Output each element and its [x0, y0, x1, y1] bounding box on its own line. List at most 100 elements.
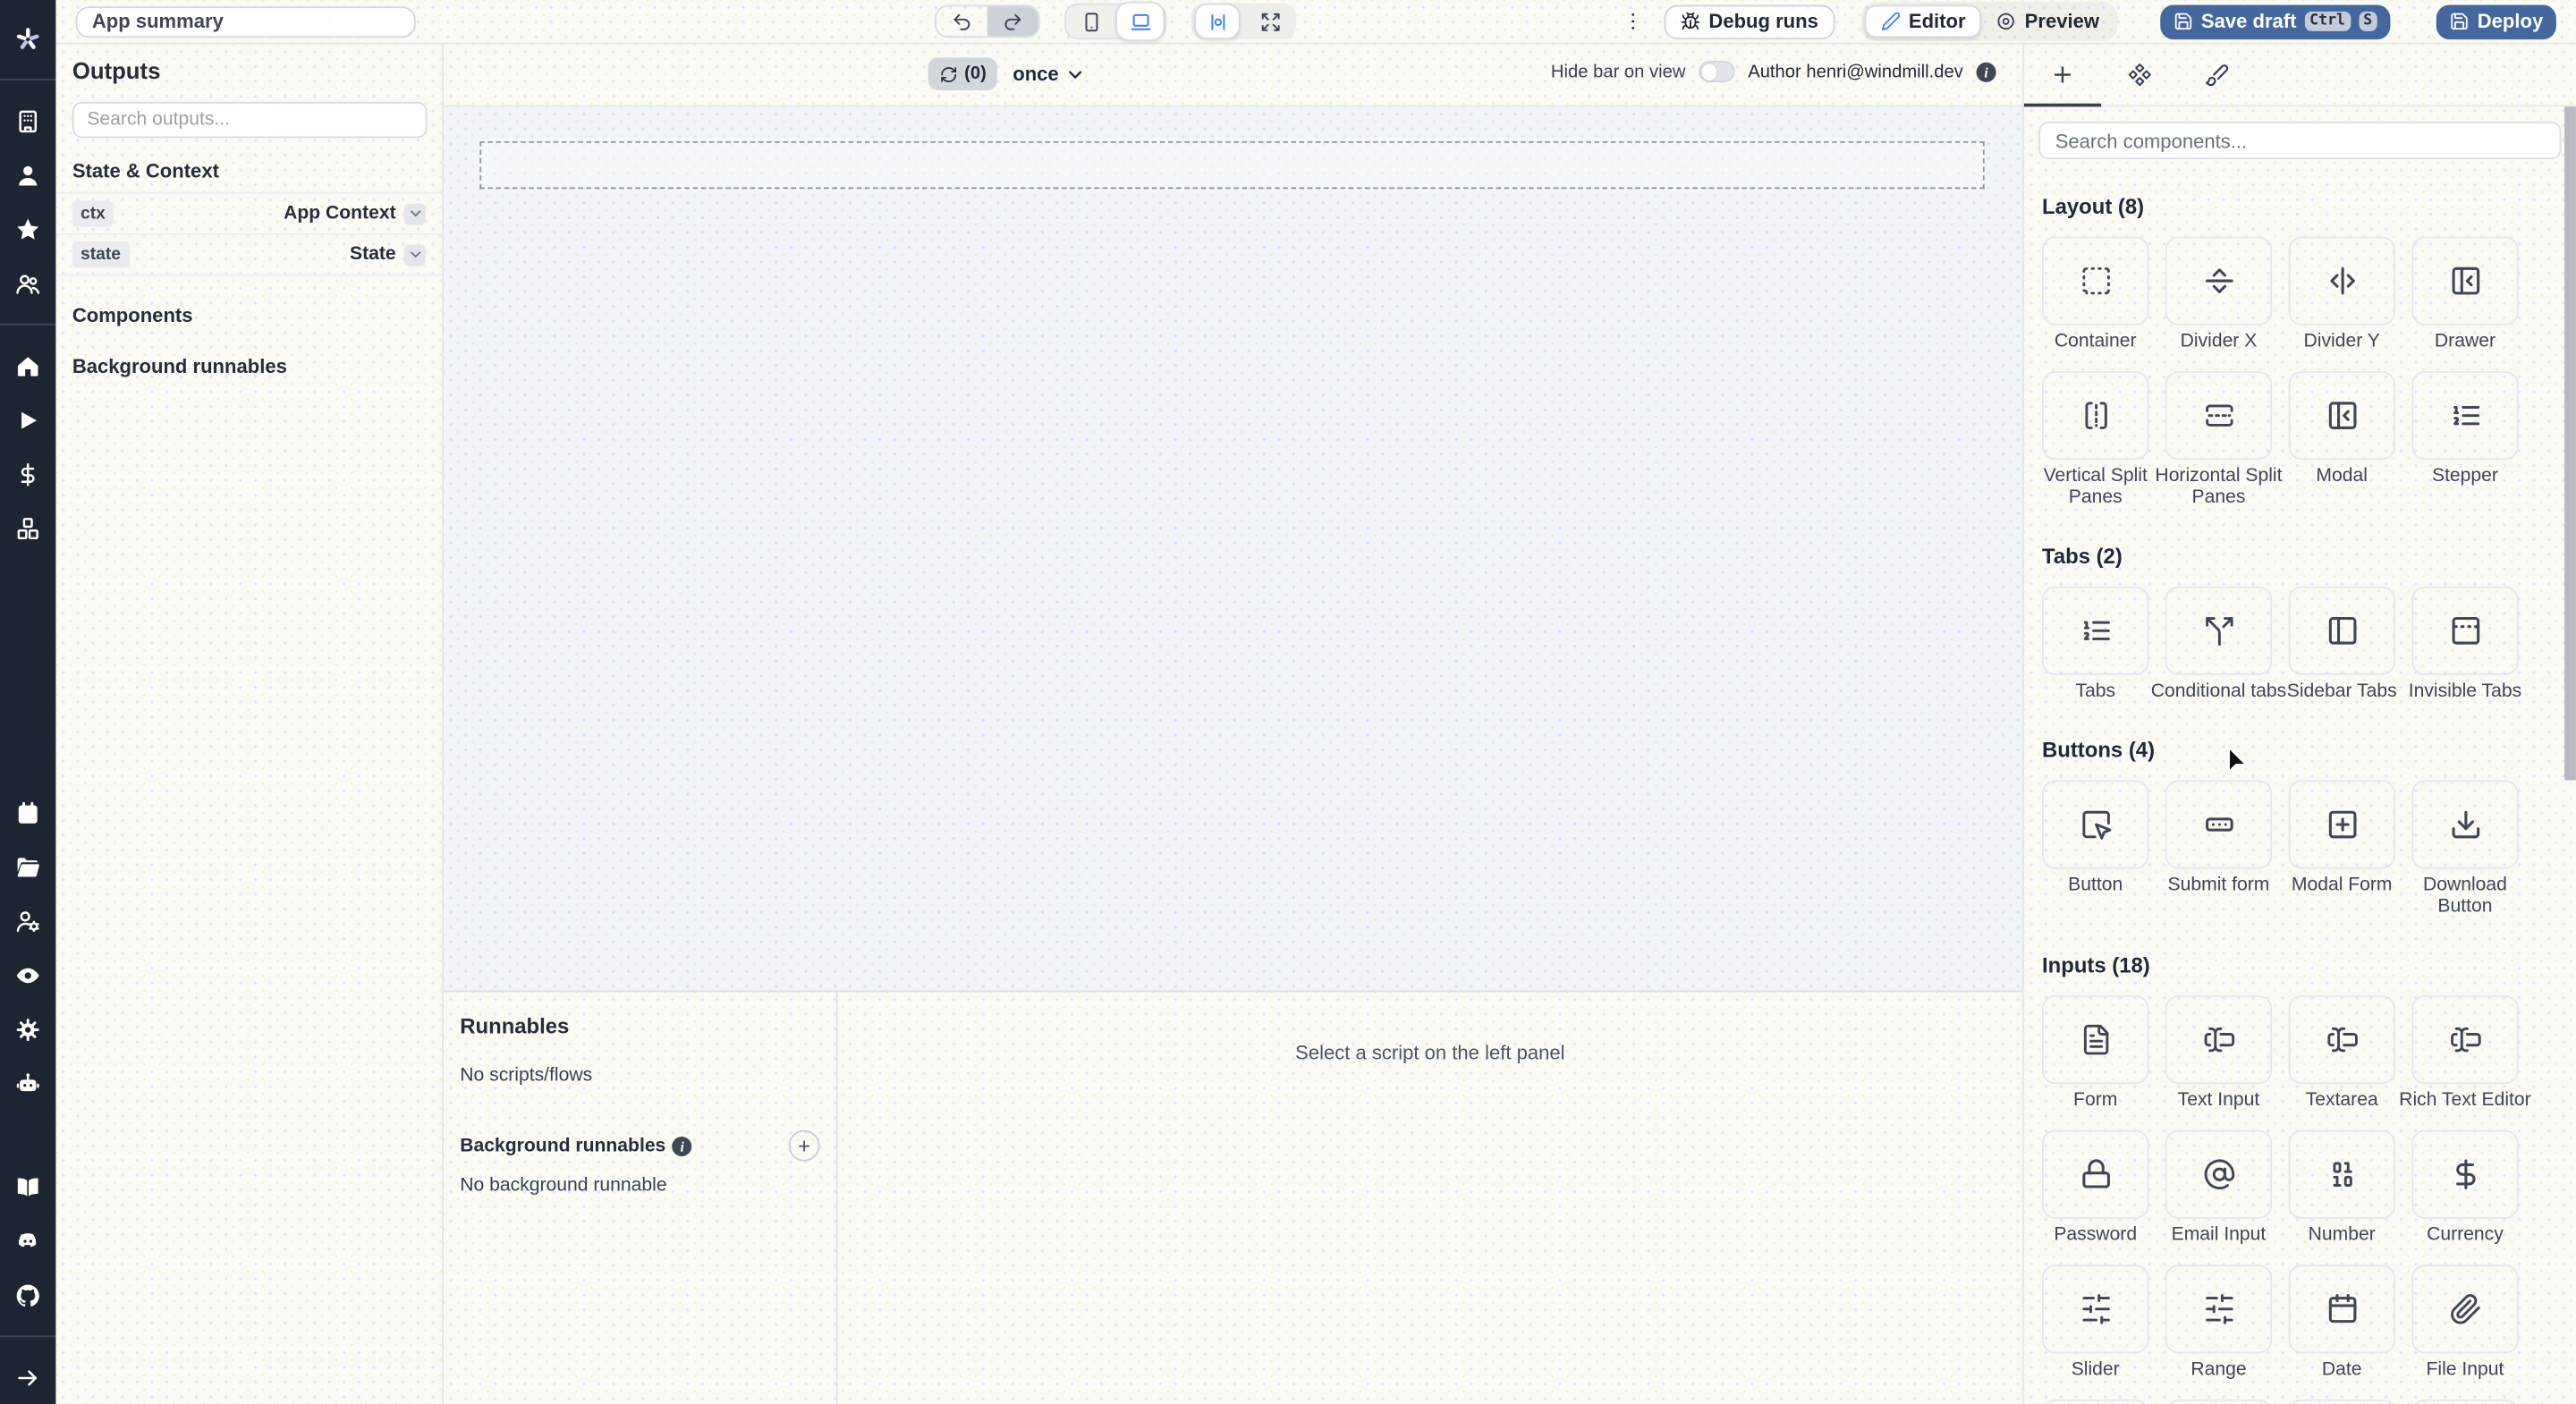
mobile-view-button[interactable]: [1066, 4, 1115, 39]
component-card-partial[interactable]: [2165, 1399, 2273, 1404]
info-icon[interactable]: i: [672, 1136, 692, 1156]
component-card-conditional-tabs[interactable]: [2165, 586, 2273, 675]
component-card-drawer[interactable]: [2411, 236, 2519, 326]
component-card-container[interactable]: [2042, 236, 2149, 326]
play-icon[interactable]: [15, 407, 41, 433]
background-runnables-empty-text: No background runnable: [460, 1176, 667, 1197]
stepper-icon: [2449, 399, 2482, 432]
tab-preview[interactable]: Preview: [1982, 5, 2114, 38]
component-card-form[interactable]: [2042, 995, 2149, 1085]
component-card-divider-y[interactable]: [2288, 236, 2395, 326]
save-draft-button[interactable]: Save draft Ctrl S: [2159, 4, 2391, 39]
component-card-vertical-split-panes[interactable]: [2042, 371, 2149, 461]
component-grid: Button Submit form Modal Form Download Butt…: [2042, 780, 2558, 918]
component-card-number[interactable]: [2288, 1129, 2395, 1219]
settings-icon[interactable]: [15, 1016, 41, 1042]
star-icon[interactable]: [15, 216, 41, 242]
discord-icon[interactable]: [15, 1228, 41, 1254]
component-card-currency[interactable]: [2411, 1129, 2519, 1219]
component-card-label: Number: [2308, 1225, 2376, 1246]
windmill-logo-icon[interactable]: [15, 25, 41, 51]
users-icon[interactable]: [15, 270, 41, 296]
component-card-download-button[interactable]: [2411, 780, 2519, 869]
hide-bar-toggle[interactable]: [1699, 60, 1735, 82]
component-cell-modal-form: Modal Form: [2288, 780, 2395, 918]
search-components-input[interactable]: [2038, 121, 2562, 160]
component-card-horizontal-split-panes[interactable]: [2165, 371, 2273, 461]
more-menu-button[interactable]: [1622, 5, 1645, 38]
center-lines-icon: [1207, 11, 1228, 32]
tab-component-settings[interactable]: [2101, 45, 2178, 106]
component-cell-horizontal-split-panes: Horizontal Split Panes: [2155, 371, 2282, 509]
paintbrush-icon: [2205, 63, 2230, 88]
home-icon[interactable]: [15, 352, 41, 378]
dollar-icon[interactable]: [15, 461, 41, 486]
tab-editor[interactable]: Editor: [1864, 4, 1982, 38]
component-card-sidebar-tabs[interactable]: [2288, 586, 2395, 675]
component-card-partial[interactable]: [2411, 1399, 2519, 1404]
component-card-rich-text-editor[interactable]: [2411, 995, 2519, 1085]
search-outputs-input[interactable]: [72, 101, 428, 139]
component-cell-download-button: Download Button: [2411, 780, 2519, 918]
user-cog-icon[interactable]: [15, 908, 41, 934]
component-card-range[interactable]: [2165, 1264, 2273, 1354]
component-card-email-input[interactable]: [2165, 1129, 2273, 1219]
binary-icon: [2326, 1158, 2359, 1191]
undo-button[interactable]: [936, 6, 987, 36]
component-card-label: Date: [2321, 1359, 2362, 1380]
book-open-icon[interactable]: [15, 1173, 41, 1199]
empty-component-placeholder[interactable]: [479, 140, 1985, 190]
sidebar-logo[interactable]: [15, 12, 41, 66]
component-card-label: Container: [2054, 332, 2137, 352]
desktop-view-button[interactable]: [1115, 1, 1165, 41]
app-canvas[interactable]: [443, 106, 2022, 993]
expand-row-button[interactable]: [403, 243, 426, 266]
refresh-mode-select[interactable]: once: [1013, 63, 1087, 86]
panel-scrollbar[interactable]: [2564, 106, 2576, 1404]
bot-icon[interactable]: [15, 1070, 41, 1096]
building-icon[interactable]: [15, 107, 41, 133]
component-card-modal[interactable]: [2288, 371, 2395, 461]
expand-canvas-button[interactable]: [1247, 4, 1292, 39]
arrow-right-icon[interactable]: [15, 1364, 41, 1390]
scrollbar-thumb[interactable]: [2564, 106, 2576, 781]
component-card-partial[interactable]: [2042, 1399, 2149, 1404]
component-card-divider-x[interactable]: [2165, 236, 2273, 326]
tab-insert-component[interactable]: [2023, 45, 2102, 107]
app-summary-input[interactable]: [75, 5, 416, 38]
deploy-button[interactable]: Deploy: [2436, 4, 2556, 39]
component-card-submit-form[interactable]: [2165, 780, 2273, 869]
component-card-slider[interactable]: [2042, 1264, 2149, 1354]
calendar-icon[interactable]: [15, 799, 41, 825]
github-icon[interactable]: [15, 1282, 41, 1308]
kbd-s: S: [2358, 11, 2377, 31]
eye-icon[interactable]: [15, 961, 41, 987]
component-card-date[interactable]: [2288, 1264, 2395, 1354]
component-card-file-input[interactable]: [2411, 1264, 2519, 1354]
component-card-label: Stepper: [2431, 466, 2498, 486]
component-card-password[interactable]: [2042, 1129, 2149, 1219]
state-row-ctx[interactable]: ctx App Context: [55, 194, 443, 235]
add-background-runnable-button[interactable]: +: [788, 1129, 820, 1162]
expand-row-button[interactable]: [403, 202, 426, 224]
component-card-textarea[interactable]: [2288, 995, 2395, 1085]
redo-button[interactable]: [987, 6, 1038, 37]
boxes-icon[interactable]: [15, 515, 41, 541]
component-card-tabs[interactable]: [2042, 586, 2149, 675]
component-card-text-input[interactable]: [2165, 995, 2273, 1085]
folder-open-icon[interactable]: [15, 853, 41, 879]
component-card-stepper[interactable]: [2411, 371, 2519, 461]
component-grid-partial: [2042, 1399, 2558, 1404]
component-card-label: Form: [2073, 1090, 2118, 1111]
user-icon[interactable]: [15, 162, 41, 188]
center-content-button[interactable]: [1194, 3, 1241, 40]
tab-global-styling[interactable]: [2178, 45, 2255, 106]
component-card-modal-form[interactable]: [2288, 780, 2395, 869]
component-card-button[interactable]: [2042, 780, 2149, 869]
component-card-partial[interactable]: [2288, 1399, 2395, 1404]
state-row-state[interactable]: state State: [55, 235, 443, 276]
component-card-invisible-tabs[interactable]: [2411, 586, 2519, 675]
refresh-button[interactable]: (0): [928, 57, 998, 91]
info-icon[interactable]: i: [1976, 61, 1996, 81]
debug-runs-button[interactable]: Debug runs: [1664, 4, 1835, 39]
